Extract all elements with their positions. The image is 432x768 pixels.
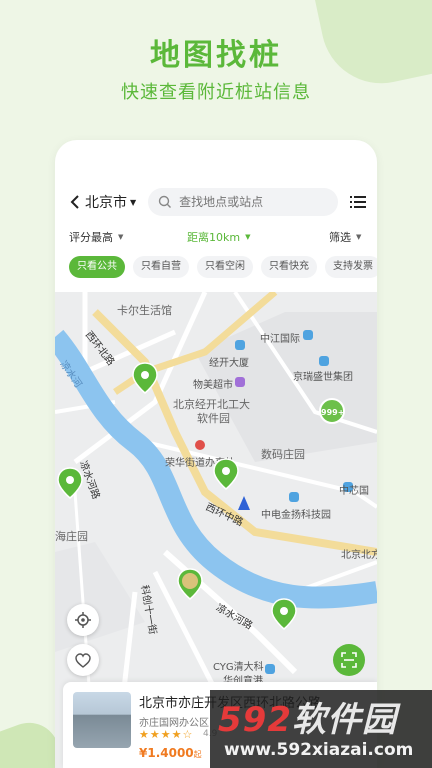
station-pin-icon[interactable] <box>57 467 83 499</box>
map-label-wumei: 物美超市 <box>193 380 233 391</box>
station-cluster-badge[interactable]: 999+ <box>319 398 345 424</box>
station-price: ¥1.4000起 <box>139 746 202 760</box>
list-view-icon[interactable] <box>350 195 367 209</box>
map-label-zhongjiang: 中江国际 <box>260 334 300 345</box>
filter-more-label: 筛选 <box>329 231 351 244</box>
chip-idle[interactable]: 只看空闲 <box>197 256 253 278</box>
watermark-url: www.592xiazai.com <box>224 740 414 760</box>
locate-button[interactable] <box>67 604 99 636</box>
caret-down-icon: ▼ <box>356 233 362 241</box>
rating-stars-icon: ★★★★☆ <box>139 728 194 741</box>
price-value: ¥1.4000 <box>139 746 194 760</box>
shop-icon <box>235 377 245 387</box>
filter-bar: 评分最高 ▼ 距离10km ▼ 筛选 ▼ <box>55 226 377 248</box>
watermark-brand-number: 592 <box>218 700 292 740</box>
scan-icon <box>341 652 357 668</box>
filter-rating[interactable]: 评分最高 ▼ <box>69 229 123 245</box>
chip-invoice[interactable]: 支持发票 <box>325 256 377 278</box>
map-label-cyg: CYG清大科 <box>213 662 264 673</box>
scan-button[interactable] <box>333 644 365 676</box>
station-photo-pin-icon[interactable] <box>177 568 203 600</box>
search-input[interactable] <box>179 195 330 209</box>
promo-title: 地图找桩 <box>150 38 282 73</box>
chip-self-operated[interactable]: 只看自营 <box>133 256 189 278</box>
filter-distance-label: 距离10km <box>187 231 241 244</box>
crosshair-icon <box>75 612 91 628</box>
caret-down-icon: ▼ <box>118 233 124 241</box>
city-caret-icon[interactable]: ▼ <box>130 198 136 207</box>
chip-fast-charge[interactable]: 只看快充 <box>261 256 317 278</box>
caret-down-icon: ▼ <box>245 233 251 241</box>
quick-filter-chips: 只看公共 只看自营 只看空闲 只看快充 支持发票 停 <box>69 256 377 280</box>
my-location-arrow-icon <box>238 496 250 510</box>
building-icon <box>265 664 275 674</box>
city-selector[interactable]: 北京市 <box>85 192 127 212</box>
building-icon <box>289 492 299 502</box>
government-icon <box>195 440 205 450</box>
map-label-park2: 软件园 <box>197 412 230 425</box>
map-label-haizhuang: 海庄园 <box>55 530 88 543</box>
promo-subtitle: 快速查看附近桩站信息 <box>121 82 311 103</box>
station-photo <box>73 692 131 748</box>
map-label-zhongxin: 中芯国 <box>339 486 369 497</box>
search-box[interactable] <box>148 188 339 216</box>
station-pin-icon[interactable] <box>132 362 158 394</box>
watermark: 592软件园 www.592xiazai.com <box>210 690 432 768</box>
map-label-jingrui: 京瑞盛世集团 <box>293 372 353 383</box>
station-pin-icon[interactable] <box>213 458 239 490</box>
filter-more[interactable]: 筛选 ▼ <box>329 229 361 245</box>
station-pin-icon[interactable] <box>271 598 297 630</box>
search-icon <box>158 195 172 208</box>
phone-screen: 北京市 ▼ 评分最高 ▼ 距离10km ▼ 筛选 ▼ <box>55 140 377 768</box>
watermark-brand-text: 软件园 <box>291 700 397 740</box>
map-label-beijingbei: 北京北方 <box>341 550 377 561</box>
top-bar: 北京市 ▼ <box>55 184 377 220</box>
map-label-zhongdian: 中电金扬科技园 <box>261 510 331 521</box>
map-label-karl: 卡尔生活馆 <box>117 304 172 317</box>
map-label-jingkai: 经开大厦 <box>209 358 249 369</box>
filter-distance[interactable]: 距离10km ▼ <box>187 229 250 245</box>
back-chevron-icon[interactable] <box>69 194 81 210</box>
filter-rating-label: 评分最高 <box>69 231 113 244</box>
building-icon <box>303 330 313 340</box>
watermark-brand: 592软件园 <box>218 692 397 741</box>
favorite-button[interactable] <box>67 644 99 676</box>
building-icon <box>319 356 329 366</box>
station-address: 亦庄国网办公区 <box>139 718 209 729</box>
building-icon <box>235 340 245 350</box>
price-unit: 起 <box>193 750 202 759</box>
chip-public[interactable]: 只看公共 <box>69 256 125 278</box>
heart-icon <box>75 652 91 668</box>
map-label-shuma: 数码庄园 <box>261 448 305 461</box>
